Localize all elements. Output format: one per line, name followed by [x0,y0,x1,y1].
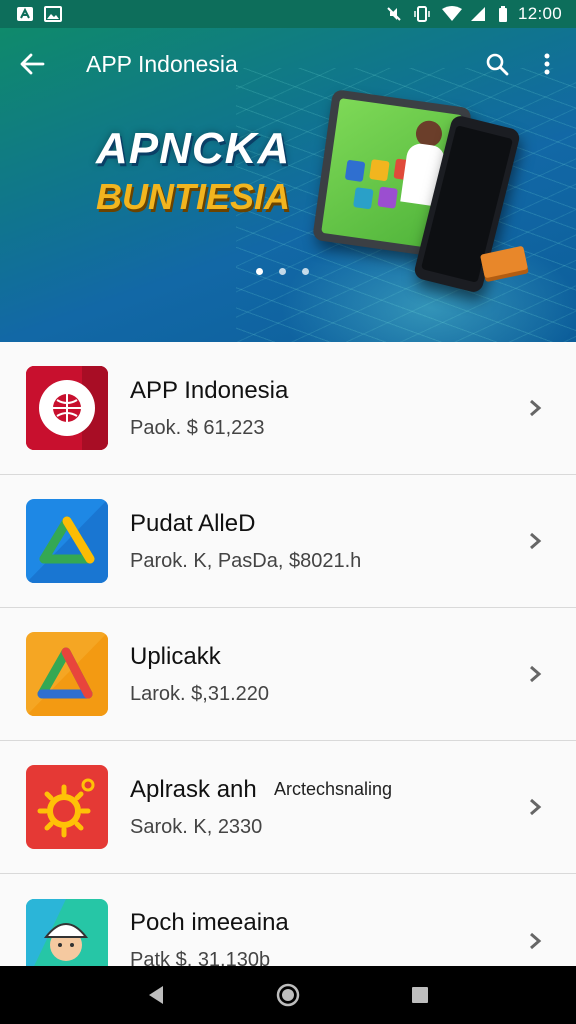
app-bar: APP Indonesia [0,28,576,100]
app-meta: Parok. K, PasDa, $8021.h [130,549,362,572]
nav-home-button[interactable] [268,975,308,1015]
carousel-dot[interactable] [302,268,309,275]
app-name: Pudat AlleD [130,509,256,537]
nav-recents-button[interactable] [400,975,440,1015]
app-meta: Sarok. K, 2330 [130,815,263,838]
status-bar-right: 12:00 [386,4,562,24]
banner[interactable]: APP Indonesia APNCKA BUNTIESIA [0,28,576,342]
chevron-right-icon [530,399,542,417]
arrow-back-icon [20,53,45,75]
nav-back-icon [149,986,163,1004]
status-time: 12:00 [517,4,562,23]
banner-title-line2: BUNTIESIA [96,176,291,217]
more-vert-icon [544,53,550,75]
mute-icon [386,6,404,22]
sun-gear-icon [26,765,108,849]
banner-headline: APNCKA BUNTIESIA [96,124,290,218]
wifi-icon [441,6,462,22]
list-item[interactable]: Uplicakk Larok. $,31.220 [0,608,576,741]
nav-recents-icon [412,987,428,1003]
page-title: APP Indonesia [86,50,238,77]
app-subtitle: Arctechsnaling [274,779,393,799]
list-item[interactable]: Pudat AlleD Parok. K, PasDa, $8021.h [0,475,576,608]
app-name: APP Indonesia [130,376,289,404]
app-meta: Larok. $,31.220 [130,682,269,705]
triangle-logo-icon [26,632,108,716]
app-list: APP Indonesia Paok. $ 61,223 Pudat AlleD… [0,342,576,983]
app-name: Poch imeeaina [130,909,289,936]
triangle-logo-icon [26,499,108,583]
search-button[interactable] [470,28,524,100]
status-bar-left [16,6,62,22]
search-icon [486,53,509,76]
list-item[interactable]: APP Indonesia Paok. $ 61,223 [0,342,576,475]
navigation-bar [0,966,576,1024]
app-meta: Paok. $ 61,223 [130,416,265,439]
chevron-right-icon [530,665,542,683]
nav-home-icon [276,983,300,1007]
back-button[interactable] [0,28,64,100]
globe-shield-icon [26,366,108,450]
nav-back-button[interactable] [136,975,176,1015]
chevron-right-icon [530,798,542,816]
chevron-right-icon [530,532,542,550]
signal-icon [470,6,488,22]
list-item[interactable]: Aplrask anh Sarok. K, 2330 Arctechsnalin… [0,741,576,874]
status-bar: 12:00 [0,0,576,28]
more-options-button[interactable] [524,28,570,100]
image-icon [44,6,62,22]
carousel-dot[interactable] [279,268,286,275]
vibrate-icon [414,6,432,22]
banner-title-line1: APNCKA [96,124,291,173]
app-name: Uplicakk [130,642,221,670]
battery-icon [498,6,508,22]
notification-a-icon [16,6,34,22]
chevron-right-icon [530,932,542,949]
carousel-indicator[interactable] [256,268,309,275]
carousel-dot[interactable] [256,268,263,275]
